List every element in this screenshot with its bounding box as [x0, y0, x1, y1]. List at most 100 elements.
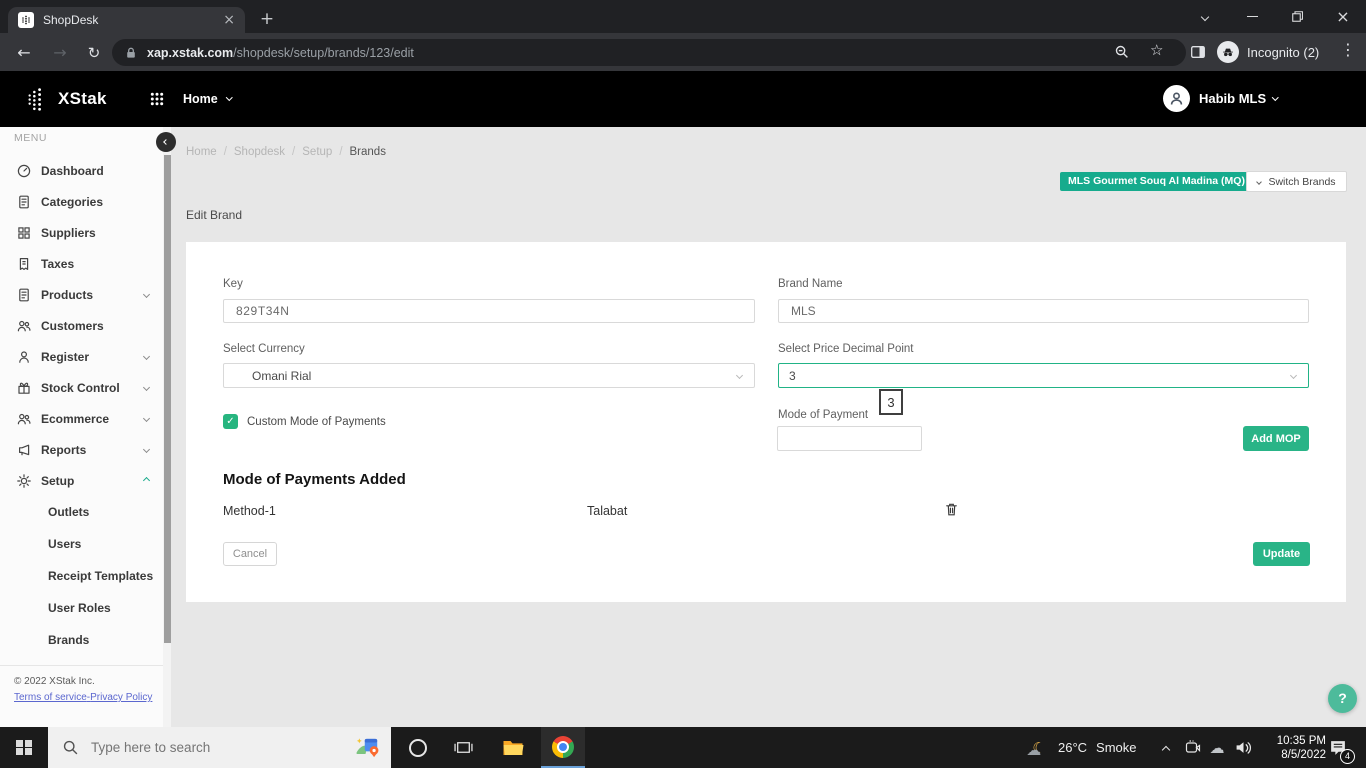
sidebar-subitem-user-roles[interactable]: User Roles — [0, 592, 163, 624]
brand-name-input[interactable] — [778, 299, 1309, 323]
sidebar-item-stock-control[interactable]: Stock Control — [0, 372, 163, 403]
avatar — [1163, 85, 1190, 112]
window-restore-button[interactable] — [1276, 0, 1318, 33]
incognito-badge: Incognito (2) — [1217, 41, 1319, 63]
user-menu[interactable]: Habib MLS — [1163, 85, 1279, 112]
sidebar-subitem-brands[interactable]: Brands — [0, 624, 163, 656]
sidebar-item-setup[interactable]: Setup — [0, 465, 163, 496]
chrome-taskbar-button[interactable] — [541, 727, 585, 768]
url-path: /shopdesk/setup/brands/123/edit — [233, 45, 414, 60]
terms-link[interactable]: Terms of service — [14, 692, 90, 703]
cortana-button[interactable] — [398, 727, 438, 768]
footer-links: Terms of servicePrivacy Policy — [0, 687, 163, 703]
taskbar-clock[interactable]: 10:35 PM 8/5/2022 — [1256, 727, 1326, 768]
app-header: XStak Home Habib MLS — [0, 71, 1366, 127]
browser-tab-strip: ShopDesk × + × — [0, 0, 1366, 33]
breadcrumb-setup[interactable]: Setup — [302, 146, 349, 158]
weather-icon[interactable]: ☾ ☁ — [1022, 727, 1056, 768]
zoom-out-icon[interactable] — [1114, 44, 1130, 60]
new-tab-button[interactable]: + — [255, 8, 279, 32]
xstak-logo[interactable]: XStak — [26, 85, 107, 113]
sidebar-item-ecommerce[interactable]: Ecommerce — [0, 403, 163, 434]
search-highlights-icon[interactable] — [355, 735, 381, 759]
notification-count-badge: 4 — [1340, 749, 1355, 764]
cortana-icon — [409, 738, 427, 757]
onedrive-icon[interactable]: ☁ — [1203, 727, 1231, 768]
sidebar-item-register[interactable]: Register — [0, 341, 163, 372]
browser-tab[interactable]: ShopDesk × — [8, 7, 245, 33]
decimal-point-value: 3 — [789, 368, 796, 383]
start-button[interactable] — [0, 727, 48, 768]
brand-name-label: Brand Name — [778, 278, 843, 290]
side-panel-icon[interactable] — [1190, 44, 1206, 60]
sidebar-item-customers[interactable]: Customers — [0, 310, 163, 341]
categories-icon — [16, 194, 32, 210]
copyright-text: © 2022 XStak Inc. — [14, 676, 95, 687]
chrome-icon — [552, 735, 574, 758]
custom-mop-checkbox[interactable]: ✓ — [223, 414, 238, 429]
chevron-down-icon — [142, 445, 151, 454]
meet-now-icon[interactable] — [1178, 727, 1206, 768]
delete-mop-icon[interactable] — [943, 501, 960, 518]
sidebar-subitem-users[interactable]: Users — [0, 528, 163, 560]
key-label: Key — [223, 278, 243, 290]
sidebar-menu: Dashboard Categories Suppliers Taxes Pro… — [0, 155, 163, 703]
help-button[interactable]: ? — [1328, 684, 1357, 713]
url-host: xap.xstak.com — [147, 45, 234, 60]
address-bar[interactable]: xap.xstak.com/shopdesk/setup/brands/123/… — [112, 39, 1186, 66]
sidebar-item-categories[interactable]: Categories — [0, 186, 163, 217]
back-button[interactable]: ← — [12, 41, 36, 65]
logo-text: XStak — [58, 89, 107, 108]
nav-home[interactable]: Home — [183, 92, 233, 106]
mop-row-name: Method-1 — [223, 504, 276, 518]
update-button[interactable]: Update — [1253, 542, 1310, 566]
cancel-button[interactable]: Cancel — [223, 542, 277, 566]
volume-icon[interactable] — [1228, 727, 1258, 768]
chevron-down-icon — [735, 371, 744, 380]
window-minimize-button[interactable] — [1231, 0, 1273, 33]
currency-select[interactable]: Omani Rial — [223, 363, 755, 388]
setup-gear-icon — [16, 473, 32, 489]
tab-close-icon[interactable]: × — [223, 13, 235, 27]
dashboard-icon — [16, 163, 32, 179]
key-input[interactable] — [223, 299, 755, 323]
sidebar-item-suppliers[interactable]: Suppliers — [0, 217, 163, 248]
switch-brands-button[interactable]: Switch Brands — [1246, 171, 1347, 192]
search-input[interactable] — [91, 740, 311, 755]
taskbar-search[interactable] — [48, 727, 391, 768]
decimal-point-select[interactable]: 3 — [778, 363, 1309, 388]
nav-home-label: Home — [183, 92, 218, 106]
incognito-label: Incognito (2) — [1247, 44, 1320, 60]
chevron-down-icon — [142, 352, 151, 361]
apps-grid-icon[interactable] — [150, 92, 164, 106]
breadcrumb-home[interactable]: Home — [186, 146, 234, 158]
add-mop-button[interactable]: Add MOP — [1243, 426, 1309, 451]
reports-icon — [16, 442, 32, 458]
privacy-link[interactable]: Privacy Policy — [90, 692, 152, 703]
sidebar-subitem-receipt-templates[interactable]: Receipt Templates — [0, 560, 163, 592]
sidebar-collapse-button[interactable] — [156, 132, 176, 152]
sidebar-item-taxes[interactable]: Taxes — [0, 248, 163, 279]
chevron-down-icon — [1289, 371, 1298, 380]
browser-menu-icon[interactable]: ⋮ — [1340, 40, 1356, 59]
window-close-button[interactable]: × — [1322, 0, 1364, 33]
sidebar-item-products[interactable]: Products — [0, 279, 163, 310]
breadcrumb-shopdesk[interactable]: Shopdesk — [234, 146, 302, 158]
sidebar-item-reports[interactable]: Reports — [0, 434, 163, 465]
bookmark-star-icon[interactable]: ☆ — [1150, 41, 1163, 59]
forward-button[interactable]: → — [48, 41, 72, 65]
reload-button[interactable]: ↻ — [82, 41, 106, 65]
browser-toolbar: ← → ↻ xap.xstak.com/shopdesk/setup/brand… — [0, 33, 1366, 71]
mode-of-payment-input[interactable] — [777, 426, 922, 451]
url-text: xap.xstak.com/shopdesk/setup/brands/123/… — [147, 46, 414, 60]
task-view-button[interactable] — [443, 727, 483, 768]
mop-added-title: Mode of Payments Added — [223, 471, 406, 488]
active-brand-badge: MLS Gourmet Souq Al Madina (MQ) — [1060, 172, 1253, 191]
sidebar-item-dashboard[interactable]: Dashboard — [0, 155, 163, 186]
tab-search-chevron-icon[interactable] — [1184, 0, 1226, 33]
sidebar-subitem-outlets[interactable]: Outlets — [0, 496, 163, 528]
file-explorer-button[interactable] — [492, 727, 534, 768]
tray-expand-chevron-icon[interactable] — [1152, 727, 1180, 768]
sidebar-scrollbar-thumb[interactable] — [163, 155, 171, 643]
weather-text[interactable]: 26°C Smoke — [1058, 727, 1137, 768]
